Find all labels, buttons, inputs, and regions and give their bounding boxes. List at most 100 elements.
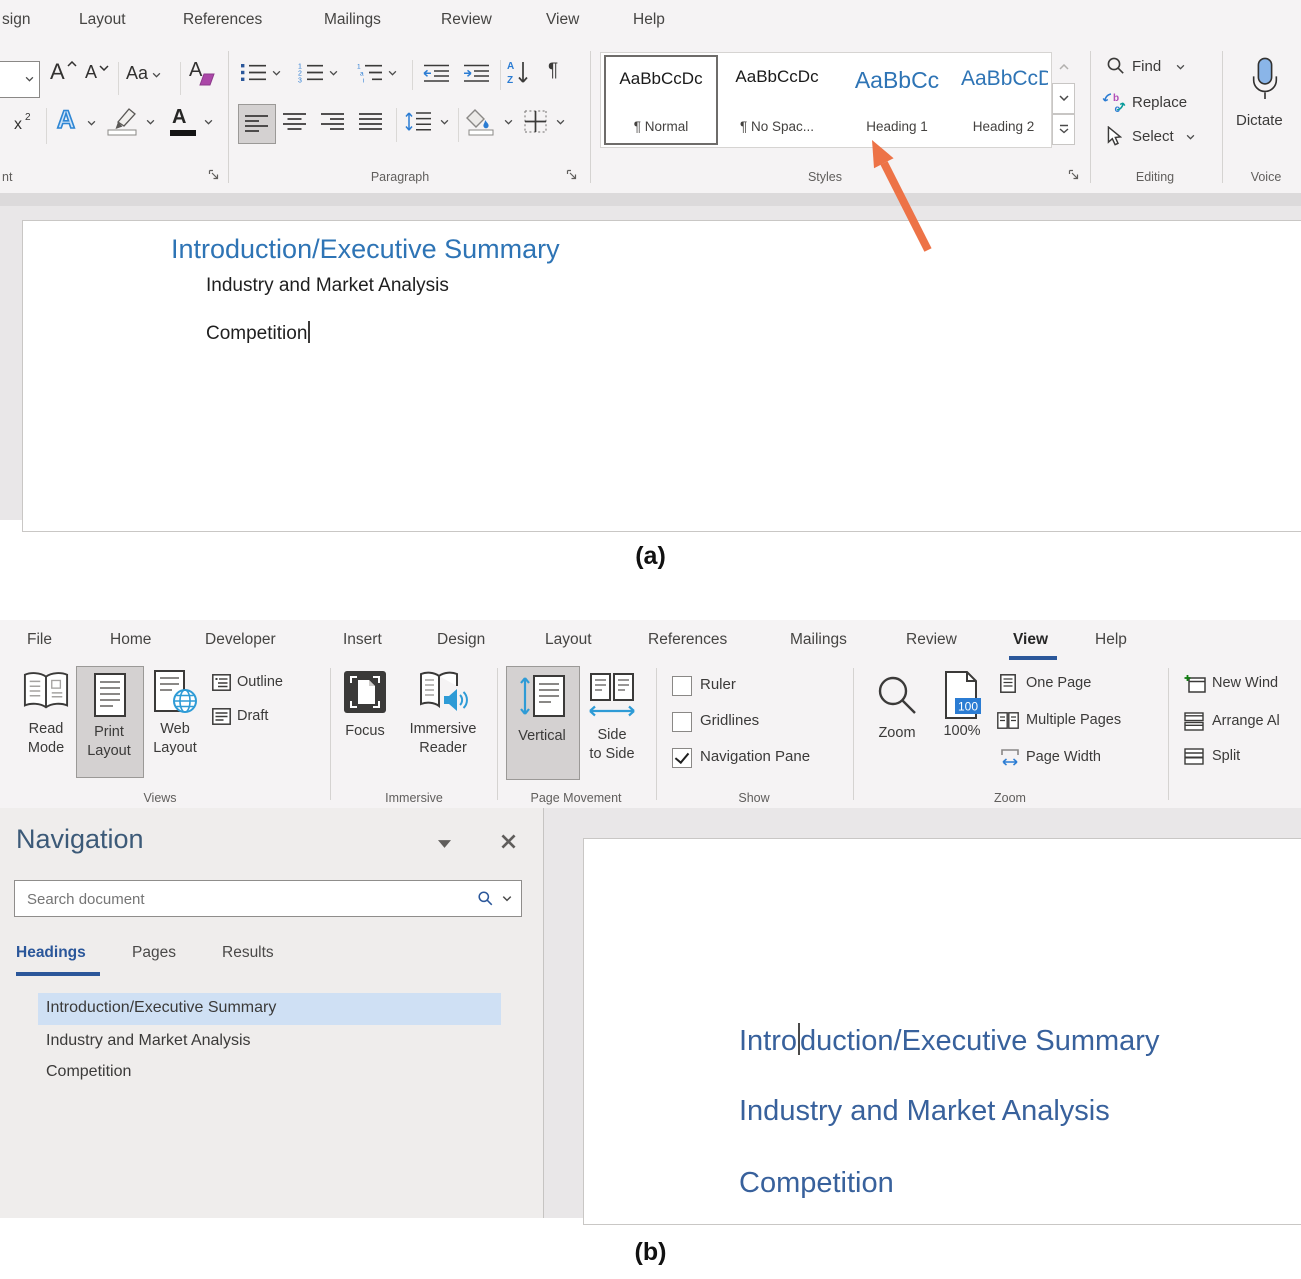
numbering-button[interactable]: 123 <box>297 62 341 88</box>
tab-layout[interactable]: Layout <box>79 11 126 29</box>
chevron-down-icon[interactable] <box>272 70 281 76</box>
nav-list-item[interactable]: Industry and Market Analysis <box>46 1032 251 1050</box>
gridlines-checkbox[interactable] <box>672 712 692 732</box>
paragraph-dialog-launcher-icon[interactable] <box>566 169 578 181</box>
document-page[interactable]: Introduction/Executive Summary Industry … <box>583 838 1301 1225</box>
nav-tab-results[interactable]: Results <box>222 944 274 962</box>
gallery-more-button[interactable] <box>1052 114 1075 145</box>
align-center-button[interactable] <box>282 112 308 132</box>
document-page[interactable]: Introduction/Executive Summary Industry … <box>22 220 1301 532</box>
find-button[interactable]: Find <box>1106 56 1206 82</box>
gridlines-label[interactable]: Gridlines <box>700 712 759 729</box>
tab-mailings[interactable]: Mailings <box>790 631 847 649</box>
doc-heading3[interactable]: Competition <box>739 1167 894 1200</box>
tab-view-active[interactable]: View <box>1013 631 1048 649</box>
chevron-down-icon[interactable] <box>329 70 338 76</box>
page-width-button[interactable]: Page Width <box>1000 748 1140 770</box>
chevron-down-icon[interactable] <box>87 120 96 126</box>
chevron-down-icon[interactable] <box>388 70 397 76</box>
chevron-down-icon[interactable] <box>25 76 34 82</box>
tab-review[interactable]: Review <box>906 631 957 649</box>
chevron-down-icon[interactable] <box>440 119 449 125</box>
zoom-button[interactable]: Zoom <box>866 668 928 774</box>
grow-font-button[interactable]: A <box>50 58 80 94</box>
font-dialog-launcher-icon[interactable] <box>208 169 220 181</box>
text-effects-button[interactable]: A <box>57 106 99 144</box>
tab-references[interactable]: References <box>183 11 262 29</box>
close-icon[interactable] <box>500 833 517 850</box>
chevron-down-icon[interactable] <box>146 119 155 125</box>
chevron-down-icon[interactable] <box>556 119 565 125</box>
search-box[interactable] <box>14 880 522 917</box>
increase-indent-button[interactable] <box>462 63 492 87</box>
chevron-down-icon[interactable] <box>1186 134 1195 140</box>
ruler-checkbox[interactable] <box>672 676 692 696</box>
draft-button[interactable]: Draft <box>212 708 302 730</box>
nav-tab-headings-active[interactable]: Headings <box>16 944 86 962</box>
doc-heading1[interactable]: Introduction/Executive Summary <box>171 234 560 265</box>
nav-tab-pages[interactable]: Pages <box>132 944 176 962</box>
tab-insert[interactable]: Insert <box>343 631 382 649</box>
gallery-scroll-up[interactable] <box>1052 52 1075 82</box>
arrange-all-button[interactable]: Arrange Al <box>1184 712 1301 734</box>
outline-button[interactable]: Outline <box>212 674 302 696</box>
new-window-button[interactable]: New Wind <box>1184 674 1301 696</box>
tab-design-partial[interactable]: sign <box>2 11 30 29</box>
nav-list-item[interactable]: Competition <box>46 1063 131 1081</box>
split-button[interactable]: Split <box>1184 748 1301 770</box>
navigation-pane-label[interactable]: Navigation Pane <box>700 748 810 765</box>
print-layout-button[interactable]: Print Layout <box>76 666 144 778</box>
style-item-heading1[interactable]: AaBbCc Heading 1 <box>838 55 956 143</box>
select-button[interactable]: Select <box>1106 126 1216 152</box>
tab-file[interactable]: File <box>27 631 52 649</box>
justify-button[interactable] <box>358 112 384 132</box>
tab-layout[interactable]: Layout <box>545 631 592 649</box>
ruler-label[interactable]: Ruler <box>700 676 736 693</box>
style-item-normal[interactable]: AaBbCcDc ¶ Normal <box>604 55 718 145</box>
tab-references[interactable]: References <box>648 631 727 649</box>
change-case-button[interactable]: Aa <box>126 63 174 95</box>
doc-heading1[interactable]: Introduction/Executive Summary <box>739 1023 1159 1058</box>
nav-list-item[interactable]: Introduction/Executive Summary <box>46 999 276 1017</box>
side-to-side-button[interactable]: Side to Side <box>582 668 642 776</box>
doc-heading2[interactable]: Industry and Market Analysis <box>739 1095 1110 1128</box>
bullets-button[interactable] <box>240 62 284 88</box>
decrease-indent-button[interactable] <box>422 63 452 87</box>
zoom-100-button[interactable]: 100 100% <box>933 666 991 776</box>
sort-button[interactable]: A Z <box>506 59 534 89</box>
dictate-button[interactable]: Dictate <box>1230 54 1300 134</box>
gallery-scroll-down[interactable] <box>1052 83 1075 114</box>
search-icon[interactable] <box>477 890 494 907</box>
style-item-no-spacing[interactable]: AaBbCcDc ¶ No Spac... <box>719 55 835 143</box>
pilcrow-button[interactable]: ¶ <box>548 60 558 82</box>
immersive-reader-button[interactable]: Immersive Reader <box>394 668 492 774</box>
font-color-button[interactable]: A <box>170 106 220 144</box>
tab-view[interactable]: View <box>546 11 579 29</box>
tab-developer[interactable]: Developer <box>205 631 276 649</box>
superscript-button[interactable]: x 2 <box>14 112 38 138</box>
web-layout-button[interactable]: Web Layout <box>146 668 204 774</box>
replace-button[interactable]: b c Replace <box>1102 90 1212 118</box>
borders-button[interactable] <box>524 110 570 136</box>
one-page-button[interactable]: One Page <box>1000 674 1140 696</box>
doc-line3[interactable]: Competition <box>206 321 310 345</box>
search-input[interactable] <box>25 887 429 911</box>
clear-formatting-button[interactable]: A <box>189 59 219 93</box>
font-size-combo[interactable] <box>0 61 40 98</box>
tab-mailings[interactable]: Mailings <box>324 11 381 29</box>
chevron-down-icon[interactable] <box>504 119 513 125</box>
shrink-font-button[interactable]: A <box>85 62 113 94</box>
style-item-heading2[interactable]: AaBbCcD Heading 2 <box>959 55 1048 143</box>
pane-options-caret-icon[interactable] <box>438 840 451 848</box>
highlight-button[interactable] <box>106 106 162 144</box>
align-right-button[interactable] <box>320 112 346 132</box>
tab-design[interactable]: Design <box>437 631 485 649</box>
styles-dialog-launcher-icon[interactable] <box>1068 169 1080 181</box>
chevron-down-icon[interactable] <box>1176 64 1185 70</box>
multilevel-list-button[interactable]: 1ai <box>356 62 400 88</box>
tab-help[interactable]: Help <box>633 11 665 29</box>
tab-home[interactable]: Home <box>110 631 151 649</box>
read-mode-button[interactable]: Read Mode <box>18 668 74 774</box>
vertical-button[interactable]: Vertical <box>506 666 580 780</box>
navigation-pane-checkbox[interactable] <box>672 748 692 768</box>
